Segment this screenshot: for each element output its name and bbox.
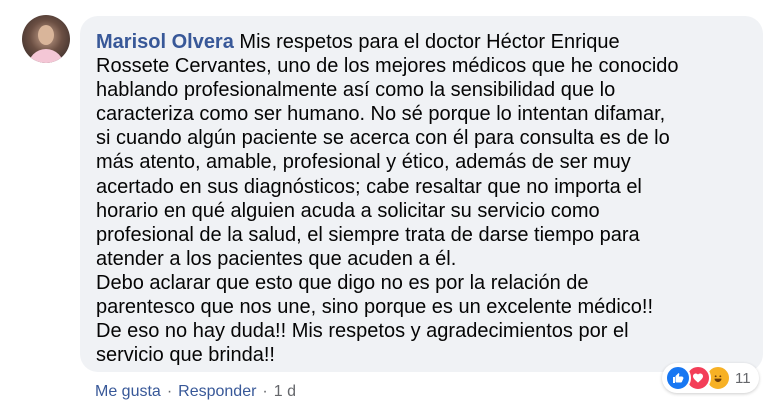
reactions-summary[interactable]: 11 bbox=[662, 363, 759, 393]
laughing-face-icon bbox=[714, 375, 722, 383]
comment-text: Mis respetos para el doctor Héctor Enriq… bbox=[96, 31, 679, 367]
like-link[interactable]: Me gusta bbox=[95, 383, 161, 401]
separator: · bbox=[166, 383, 173, 400]
comment-actions: Me gusta · Responder · 1 d bbox=[95, 380, 296, 404]
avatar[interactable] bbox=[22, 15, 70, 63]
comment-timestamp[interactable]: 1 d bbox=[274, 383, 296, 401]
avatar-face bbox=[38, 25, 54, 45]
thumbs-up-icon bbox=[673, 373, 684, 383]
heart-icon bbox=[693, 373, 703, 383]
like-icon bbox=[665, 365, 691, 391]
reply-link[interactable]: Responder bbox=[178, 383, 256, 401]
comment-bubble: Marisol Olvera Mis respetos para el doct… bbox=[80, 16, 763, 372]
reaction-count: 11 bbox=[735, 369, 751, 387]
comment-author[interactable]: Marisol Olvera bbox=[96, 31, 234, 53]
comment-body: Marisol Olvera Mis respetos para el doct… bbox=[96, 30, 736, 367]
avatar-shirt bbox=[28, 49, 64, 63]
separator: · bbox=[262, 383, 268, 400]
